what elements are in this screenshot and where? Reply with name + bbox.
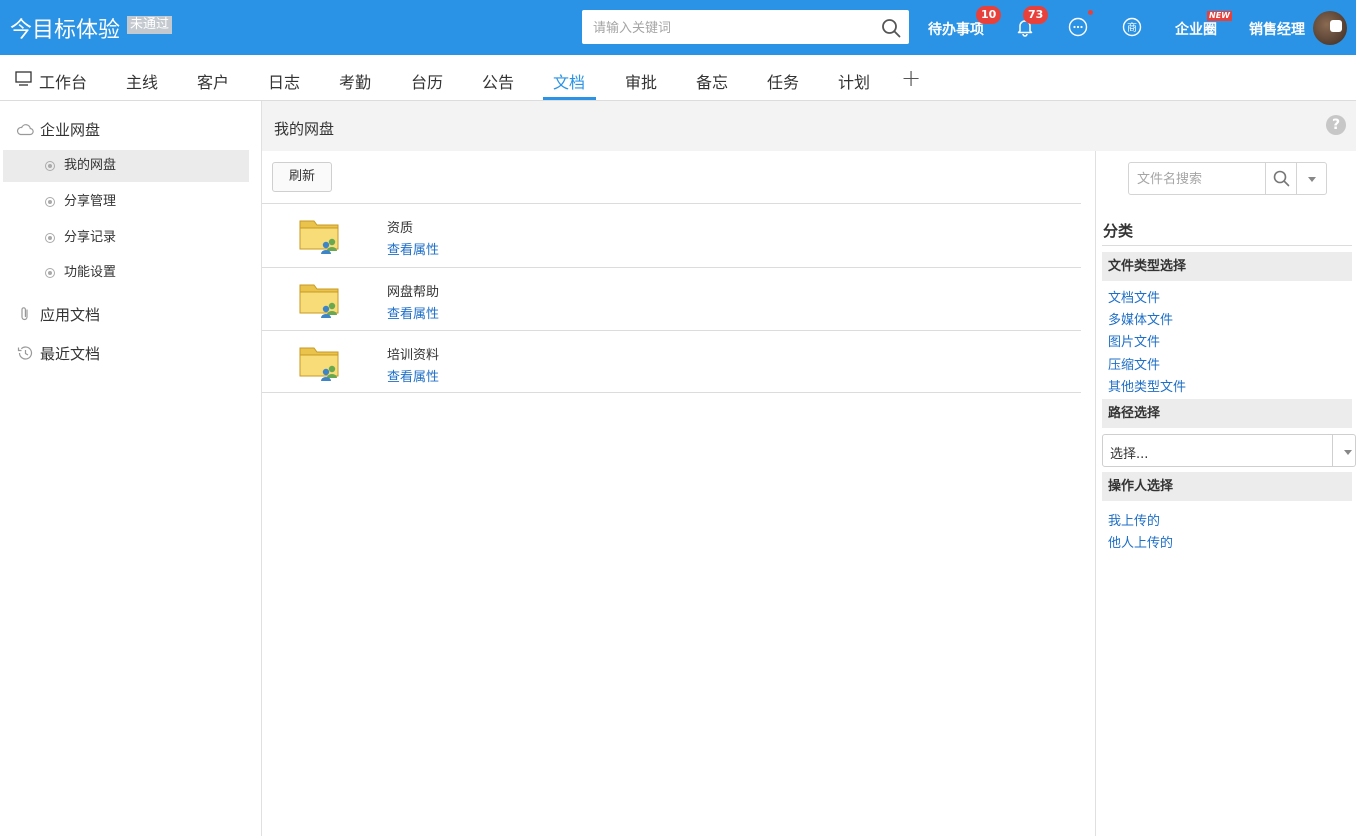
sidebar-group-recent-docs[interactable]: 最近文档 (16, 343, 100, 364)
radio-dot-icon (45, 233, 55, 243)
search-input[interactable] (582, 10, 872, 44)
path-select-value: 选择... (1110, 447, 1149, 462)
sidebar-group-label: 最近文档 (40, 345, 101, 363)
file-row[interactable]: 培训资料 查看属性 (262, 330, 1081, 393)
file-row[interactable]: 资质 查看属性 (262, 203, 1081, 266)
select-divider (1332, 435, 1333, 466)
sidebar-item-label: 分享管理 (64, 194, 117, 209)
search-options-dropdown[interactable] (1296, 163, 1326, 194)
tab-mainline[interactable]: 主线 (126, 69, 158, 93)
app-title[interactable]: 今目标体验 (10, 12, 120, 44)
tab-announcement[interactable]: 公告 (482, 69, 514, 93)
todo-count-badge: 10 (976, 6, 1002, 24)
tab-workbench[interactable]: 工作台 (39, 69, 87, 93)
shared-folder-icon (299, 284, 339, 318)
file-type-link[interactable]: 图片文件 (1108, 331, 1160, 350)
shared-folder-icon (299, 347, 339, 381)
tab-approval[interactable]: 审批 (625, 69, 657, 93)
svg-text:商: 商 (1127, 21, 1137, 34)
path-select[interactable]: 选择... (1102, 434, 1356, 467)
file-search (1128, 162, 1327, 195)
user-role-link[interactable]: 销售经理 (1249, 19, 1305, 39)
status-badge: 未通过 (127, 16, 173, 34)
avatar[interactable] (1313, 11, 1347, 45)
tab-log[interactable]: 日志 (268, 69, 300, 93)
operator-link[interactable]: 他人上传的 (1108, 532, 1173, 551)
operator-section-header: 操作人选择 (1102, 472, 1352, 501)
file-type-section-header: 文件类型选择 (1102, 252, 1352, 281)
tab-tasks[interactable]: 任务 (767, 69, 799, 93)
global-search (582, 10, 909, 44)
category-divider (1102, 245, 1352, 246)
tab-calendar[interactable]: 台历 (411, 69, 443, 93)
help-icon[interactable]: ? (1326, 115, 1346, 135)
file-type-link[interactable]: 其他类型文件 (1108, 376, 1186, 395)
panel-divider (1095, 151, 1096, 836)
cloud-icon (17, 124, 34, 136)
sidebar-group-app-docs[interactable]: 应用文档 (16, 304, 100, 325)
enterprise-circle-link[interactable]: 企业圈 (1175, 19, 1217, 39)
tab-memo[interactable]: 备忘 (696, 69, 728, 93)
chevron-down-icon (1308, 177, 1316, 182)
radio-dot-icon (45, 197, 55, 207)
add-tab-button[interactable]: + (901, 64, 921, 92)
view-properties-link[interactable]: 查看属性 (387, 303, 439, 322)
sidebar-group-label: 应用文档 (40, 306, 101, 324)
view-properties-link[interactable]: 查看属性 (387, 239, 439, 258)
sidebar-item-label: 分享记录 (64, 230, 117, 245)
main-nav: 工作台 主线 客户 日志 考勤 台历 公告 文档 审批 备忘 任务 计划 + (0, 55, 1356, 101)
sidebar-item-my-disk[interactable]: 我的网盘 (3, 150, 249, 182)
file-type-link[interactable]: 文档文件 (1108, 287, 1160, 306)
chevron-down-icon (1344, 450, 1352, 455)
search-icon (1273, 170, 1290, 187)
file-row[interactable]: 网盘帮助 查看属性 (262, 267, 1081, 330)
tab-plan[interactable]: 计划 (838, 69, 870, 93)
chat-bubble-icon[interactable] (1068, 17, 1088, 37)
radio-dot-icon (45, 161, 55, 171)
radio-dot-icon (45, 268, 55, 278)
history-icon (17, 346, 33, 360)
file-type-link[interactable]: 压缩文件 (1108, 354, 1160, 373)
file-name[interactable]: 资质 (387, 217, 413, 236)
paperclip-icon (21, 307, 28, 321)
refresh-button[interactable]: 刷新 (272, 162, 332, 192)
file-name[interactable]: 培训资料 (387, 344, 439, 363)
category-title: 分类 (1103, 222, 1134, 240)
tab-documents[interactable]: 文档 (553, 69, 585, 93)
sidebar-item-settings[interactable]: 功能设置 (3, 257, 249, 289)
file-search-button[interactable] (1265, 163, 1296, 194)
new-tag: NEW (1207, 11, 1232, 21)
file-name[interactable]: 网盘帮助 (387, 281, 439, 300)
content-header: 我的网盘 ? (262, 101, 1356, 151)
shop-icon[interactable]: 商 (1122, 17, 1142, 37)
tab-customer[interactable]: 客户 (197, 69, 229, 93)
sidebar-item-label: 我的网盘 (64, 158, 117, 173)
sidebar-group-label: 企业网盘 (40, 121, 101, 139)
sidebar-item-label: 功能设置 (64, 265, 117, 280)
sidebar-item-share-records[interactable]: 分享记录 (3, 222, 249, 254)
operator-link[interactable]: 我上传的 (1108, 510, 1160, 529)
path-section-header: 路径选择 (1102, 399, 1352, 428)
sidebar-group-enterprise-disk[interactable]: 企业网盘 (16, 119, 100, 140)
unread-dot (1088, 10, 1093, 15)
active-tab-indicator (543, 97, 596, 100)
tab-attendance[interactable]: 考勤 (339, 69, 371, 93)
todo-link[interactable]: 待办事项 (928, 19, 984, 39)
shared-folder-icon (299, 220, 339, 254)
sidebar-item-share-management[interactable]: 分享管理 (3, 186, 249, 218)
search-icon[interactable] (881, 18, 901, 38)
file-type-link[interactable]: 多媒体文件 (1108, 309, 1173, 328)
monitor-icon (15, 71, 32, 86)
file-search-input[interactable] (1129, 163, 1265, 194)
top-bar: 今目标体验 未通过 待办事项 10 73 商 企业圈 NEW 销售经理 (0, 0, 1356, 55)
view-properties-link[interactable]: 查看属性 (387, 366, 439, 385)
notify-count-badge: 73 (1023, 6, 1049, 24)
page-title: 我的网盘 (274, 120, 335, 138)
